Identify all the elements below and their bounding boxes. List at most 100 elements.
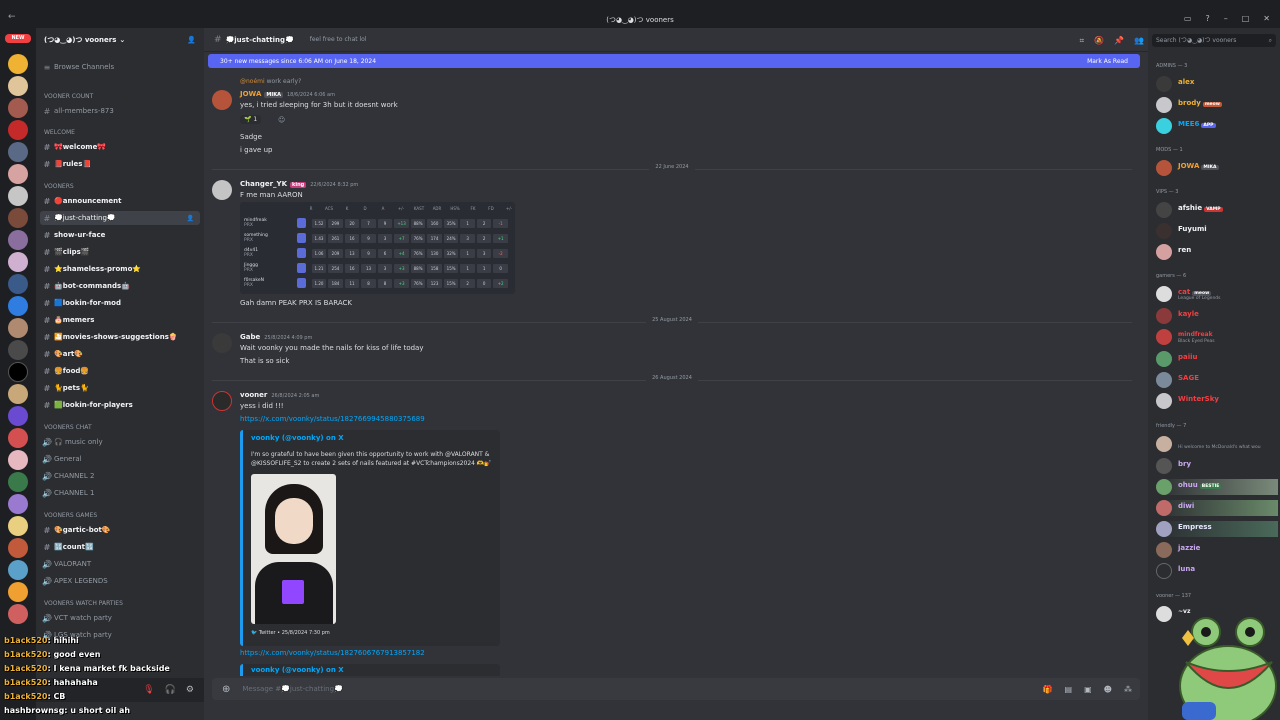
channel-count[interactable]: # 🔢count🔢 [40, 540, 200, 554]
member[interactable]: Hi welcome to McDonald's what wou [1156, 436, 1278, 452]
category-vooner-count[interactable]: VOONER COUNT [44, 93, 93, 100]
server-icon[interactable] [8, 560, 28, 580]
channel-pets[interactable]: # 🐈pets🐈 [40, 381, 200, 395]
server-icon[interactable] [8, 164, 28, 184]
server-icon[interactable] [8, 274, 28, 294]
channel-topic[interactable]: feel free to chat lol [310, 36, 367, 43]
notification-bell-icon[interactable]: 🔕 [1094, 36, 1104, 46]
member[interactable]: alex [1156, 76, 1278, 92]
channel-memers[interactable]: # 🎂memers [40, 313, 200, 327]
channel-just-chatting[interactable]: # 💭just-chatting💭 👤 [40, 211, 200, 225]
threads-icon[interactable]: ⌗ [1080, 36, 1085, 46]
server-icon[interactable] [8, 98, 28, 118]
server-icon[interactable] [8, 538, 28, 558]
server-icon[interactable] [8, 54, 28, 74]
voice-valorant[interactable]: 🔊 VALORANT [40, 557, 200, 571]
username[interactable]: JOWA MIKA 18/6/2024 6:06 am [240, 90, 335, 98]
server-icon[interactable] [8, 362, 28, 382]
channel-clips[interactable]: # 🎬clips🎬 [40, 245, 200, 259]
member[interactable]: SAGE [1156, 372, 1278, 388]
server-icon[interactable] [8, 406, 28, 426]
username[interactable]: Changer_YK king 22/6/2024 8:32 pm [240, 180, 358, 188]
avatar[interactable] [212, 90, 232, 110]
member[interactable]: bry [1156, 458, 1278, 474]
channel-show-ur-face[interactable]: # show-ur-face [40, 228, 200, 242]
server-icon[interactable] [8, 120, 28, 140]
reaction[interactable]: 🌱 1 [240, 115, 262, 124]
server-icon[interactable] [8, 318, 28, 338]
member[interactable]: afshie VAMP [1156, 202, 1278, 218]
server-header[interactable]: (つ◕‿◕)つ vooners ⌄ 👤 [36, 28, 204, 52]
member[interactable]: Fuyumi [1156, 223, 1278, 239]
message-link[interactable]: https://x.com/voonky/status/182766994588… [240, 415, 425, 423]
category-vooners-games[interactable]: VOONERS GAMES [44, 512, 97, 519]
emoji-icon[interactable]: ☻ [1104, 685, 1112, 694]
channel-rules[interactable]: # 📕rules📕 [40, 157, 200, 171]
apps-icon[interactable]: ⁂ [1124, 685, 1132, 694]
channel-art[interactable]: # 🎨art🎨 [40, 347, 200, 361]
username[interactable]: vooner 26/8/2024 2:05 am [240, 391, 319, 399]
server-icon[interactable] [8, 450, 28, 470]
mark-as-read-button[interactable]: Mark As Read [1087, 58, 1128, 65]
server-icon[interactable] [8, 340, 28, 360]
member[interactable]: ren [1156, 244, 1278, 260]
category-vooners-chat[interactable]: VOONERS CHAT [44, 424, 92, 431]
gif-icon[interactable]: ▤ [1065, 685, 1073, 694]
member[interactable]: paiiu [1156, 351, 1278, 367]
member[interactable]: cat meow League of Legends [1156, 286, 1278, 302]
maximize-icon[interactable]: □ [1242, 14, 1250, 23]
embed-author[interactable]: voonky (@voonky) on X [251, 666, 344, 674]
voice-music-only[interactable]: 🔊 🎧 music only [40, 435, 200, 449]
channel-bot-commands[interactable]: # 🤖bot-commands🤖 [40, 279, 200, 293]
server-icon[interactable] [8, 186, 28, 206]
channel-gartic-bot[interactable]: # 🎨gartic-bot🎨 [40, 523, 200, 537]
link-embed[interactable]: voonky (@voonky) on X I'm so grateful to… [240, 430, 500, 646]
message-input[interactable]: Message #💭just-chatting💭 [242, 685, 342, 693]
server-icon[interactable] [8, 230, 28, 250]
member[interactable]: WinterSky [1156, 393, 1278, 409]
add-member-icon[interactable]: 👤 [187, 215, 194, 222]
help-icon[interactable]: ? [1205, 14, 1209, 23]
link-embed[interactable]: voonky (@voonky) on X [240, 664, 500, 676]
server-icon[interactable] [8, 472, 28, 492]
avatar[interactable] [212, 180, 232, 200]
member[interactable]: mindfreak Black Eyed Peas [1156, 329, 1278, 345]
channel-lookin-for-players[interactable]: # 🟩lookin-for-players [40, 398, 200, 412]
minimize-icon[interactable]: – [1224, 14, 1228, 23]
server-icon[interactable] [8, 208, 28, 228]
reply-preview[interactable]: @noémi work early? [240, 78, 301, 85]
member-list-icon[interactable]: 👥 [1134, 36, 1144, 46]
stats-image[interactable]: R ACS K D A +/- KAST ADR HS% FK FD +/- mindfreak PRX… [240, 202, 515, 294]
pin-icon[interactable]: 📌 [1114, 36, 1124, 46]
username[interactable]: Gabe 25/8/2024 4:09 pm [240, 333, 312, 341]
server-icon[interactable] [8, 142, 28, 162]
voice-channel-2[interactable]: 🔊 CHANNEL 2 [40, 469, 200, 483]
sticker-icon[interactable]: ▣ [1084, 685, 1092, 694]
add-member-icon[interactable]: 👤 [187, 36, 196, 44]
avatar[interactable] [212, 333, 232, 353]
close-icon[interactable]: ✕ [1263, 14, 1270, 23]
category-vooners[interactable]: VOONERS [44, 183, 74, 190]
member[interactable]: brody meow [1156, 97, 1278, 113]
server-icon[interactable] [8, 516, 28, 536]
member[interactable]: MEE6 APP [1156, 118, 1278, 134]
server-icon[interactable] [8, 582, 28, 602]
voice-apex[interactable]: 🔊 APEX LEGENDS [40, 574, 200, 588]
member[interactable]: ohuu BESTIE [1156, 479, 1278, 495]
inbox-icon[interactable]: ▭ [1184, 14, 1192, 23]
member[interactable]: jazzie [1156, 542, 1278, 558]
server-icon[interactable] [8, 76, 28, 96]
gift-icon[interactable]: 🎁 [1043, 685, 1053, 694]
channel-food[interactable]: # 🍔food🍔 [40, 364, 200, 378]
member[interactable]: Empress [1156, 521, 1278, 537]
search-input[interactable]: Search (つ◕‿◕)つ vooners ⌕ [1152, 34, 1276, 47]
category-welcome[interactable]: WELCOME [44, 129, 75, 136]
channel-shameless-promo[interactable]: # ⭐shameless-promo⭐ [40, 262, 200, 276]
server-icon[interactable] [8, 296, 28, 316]
channel-announcement[interactable]: # 🔴announcement [40, 194, 200, 208]
member[interactable]: JOWA MIKA [1156, 160, 1278, 176]
embed-author[interactable]: voonky (@voonky) on X [251, 434, 344, 442]
server-icon[interactable] [8, 428, 28, 448]
server-icon[interactable] [8, 494, 28, 514]
server-icon[interactable] [8, 384, 28, 404]
